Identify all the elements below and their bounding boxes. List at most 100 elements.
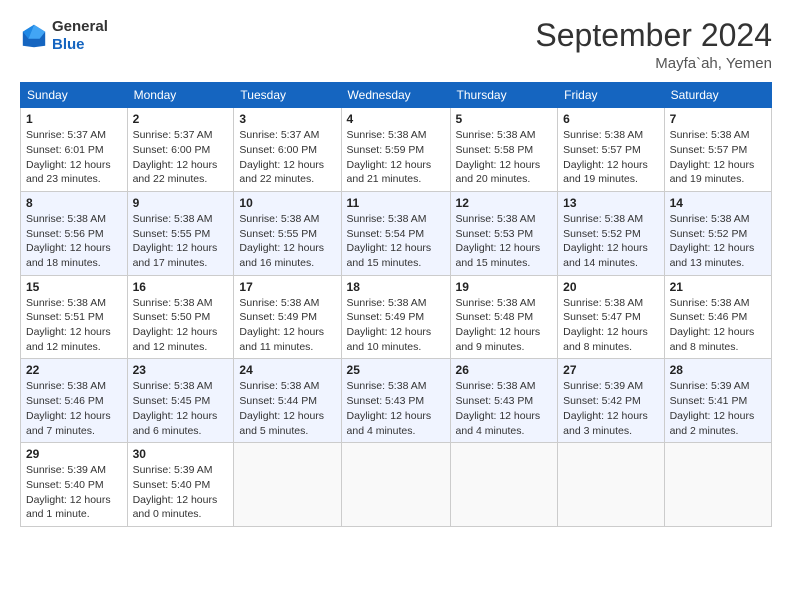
- calendar-cell: 6 Sunrise: 5:38 AMSunset: 5:57 PMDayligh…: [558, 108, 664, 192]
- day-info: Sunrise: 5:38 AMSunset: 5:59 PMDaylight:…: [347, 129, 432, 185]
- calendar-cell: 12 Sunrise: 5:38 AMSunset: 5:53 PMDaylig…: [450, 191, 558, 275]
- calendar-cell: 2 Sunrise: 5:37 AMSunset: 6:00 PMDayligh…: [127, 108, 234, 192]
- day-number: 25: [347, 363, 445, 377]
- calendar-cell: 28 Sunrise: 5:39 AMSunset: 5:41 PMDaylig…: [664, 359, 771, 443]
- day-number: 4: [347, 112, 445, 126]
- day-number: 17: [239, 280, 335, 294]
- day-number: 14: [670, 196, 766, 210]
- logo-text: General Blue: [52, 18, 108, 54]
- day-number: 18: [347, 280, 445, 294]
- day-info: Sunrise: 5:38 AMSunset: 5:46 PMDaylight:…: [670, 297, 755, 353]
- logo-line1: General: [52, 18, 108, 36]
- calendar-cell: 1 Sunrise: 5:37 AMSunset: 6:01 PMDayligh…: [21, 108, 128, 192]
- col-saturday: Saturday: [664, 83, 771, 108]
- day-number: 2: [133, 112, 229, 126]
- day-info: Sunrise: 5:38 AMSunset: 5:49 PMDaylight:…: [239, 297, 324, 353]
- day-info: Sunrise: 5:38 AMSunset: 5:54 PMDaylight:…: [347, 213, 432, 269]
- day-number: 1: [26, 112, 122, 126]
- calendar-cell: 18 Sunrise: 5:38 AMSunset: 5:49 PMDaylig…: [341, 275, 450, 359]
- day-info: Sunrise: 5:38 AMSunset: 5:43 PMDaylight:…: [347, 380, 432, 436]
- calendar-page: General Blue September 2024 Mayfa`ah, Ye…: [0, 0, 792, 612]
- calendar-cell: 27 Sunrise: 5:39 AMSunset: 5:42 PMDaylig…: [558, 359, 664, 443]
- calendar-cell: 24 Sunrise: 5:38 AMSunset: 5:44 PMDaylig…: [234, 359, 341, 443]
- calendar-cell: [234, 443, 341, 527]
- day-number: 23: [133, 363, 229, 377]
- location-title: Mayfa`ah, Yemen: [535, 55, 772, 72]
- week-row-1: 1 Sunrise: 5:37 AMSunset: 6:01 PMDayligh…: [21, 108, 772, 192]
- calendar-cell: 9 Sunrise: 5:38 AMSunset: 5:55 PMDayligh…: [127, 191, 234, 275]
- day-info: Sunrise: 5:38 AMSunset: 5:58 PMDaylight:…: [456, 129, 541, 185]
- day-number: 26: [456, 363, 553, 377]
- day-number: 30: [133, 447, 229, 461]
- day-number: 13: [563, 196, 658, 210]
- day-info: Sunrise: 5:39 AMSunset: 5:40 PMDaylight:…: [133, 464, 218, 520]
- calendar-cell: 7 Sunrise: 5:38 AMSunset: 5:57 PMDayligh…: [664, 108, 771, 192]
- day-number: 10: [239, 196, 335, 210]
- week-row-2: 8 Sunrise: 5:38 AMSunset: 5:56 PMDayligh…: [21, 191, 772, 275]
- logo-icon: [20, 22, 48, 50]
- calendar-cell: 15 Sunrise: 5:38 AMSunset: 5:51 PMDaylig…: [21, 275, 128, 359]
- day-info: Sunrise: 5:38 AMSunset: 5:44 PMDaylight:…: [239, 380, 324, 436]
- day-info: Sunrise: 5:37 AMSunset: 6:00 PMDaylight:…: [133, 129, 218, 185]
- calendar-cell: 25 Sunrise: 5:38 AMSunset: 5:43 PMDaylig…: [341, 359, 450, 443]
- title-block: September 2024 Mayfa`ah, Yemen: [535, 18, 772, 72]
- day-number: 15: [26, 280, 122, 294]
- day-number: 28: [670, 363, 766, 377]
- day-info: Sunrise: 5:37 AMSunset: 6:00 PMDaylight:…: [239, 129, 324, 185]
- calendar-cell: 23 Sunrise: 5:38 AMSunset: 5:45 PMDaylig…: [127, 359, 234, 443]
- calendar-cell: [664, 443, 771, 527]
- day-info: Sunrise: 5:37 AMSunset: 6:01 PMDaylight:…: [26, 129, 111, 185]
- calendar-table: Sunday Monday Tuesday Wednesday Thursday…: [20, 82, 772, 527]
- day-info: Sunrise: 5:38 AMSunset: 5:46 PMDaylight:…: [26, 380, 111, 436]
- calendar-cell: 3 Sunrise: 5:37 AMSunset: 6:00 PMDayligh…: [234, 108, 341, 192]
- day-info: Sunrise: 5:38 AMSunset: 5:49 PMDaylight:…: [347, 297, 432, 353]
- calendar-cell: 10 Sunrise: 5:38 AMSunset: 5:55 PMDaylig…: [234, 191, 341, 275]
- day-info: Sunrise: 5:38 AMSunset: 5:55 PMDaylight:…: [239, 213, 324, 269]
- day-number: 6: [563, 112, 658, 126]
- day-info: Sunrise: 5:38 AMSunset: 5:53 PMDaylight:…: [456, 213, 541, 269]
- day-info: Sunrise: 5:38 AMSunset: 5:43 PMDaylight:…: [456, 380, 541, 436]
- calendar-cell: 21 Sunrise: 5:38 AMSunset: 5:46 PMDaylig…: [664, 275, 771, 359]
- page-header: General Blue September 2024 Mayfa`ah, Ye…: [20, 18, 772, 72]
- week-row-4: 22 Sunrise: 5:38 AMSunset: 5:46 PMDaylig…: [21, 359, 772, 443]
- calendar-cell: 16 Sunrise: 5:38 AMSunset: 5:50 PMDaylig…: [127, 275, 234, 359]
- calendar-cell: 8 Sunrise: 5:38 AMSunset: 5:56 PMDayligh…: [21, 191, 128, 275]
- col-sunday: Sunday: [21, 83, 128, 108]
- calendar-cell: 17 Sunrise: 5:38 AMSunset: 5:49 PMDaylig…: [234, 275, 341, 359]
- day-info: Sunrise: 5:38 AMSunset: 5:57 PMDaylight:…: [563, 129, 648, 185]
- calendar-cell: [558, 443, 664, 527]
- day-info: Sunrise: 5:38 AMSunset: 5:51 PMDaylight:…: [26, 297, 111, 353]
- day-number: 20: [563, 280, 658, 294]
- day-info: Sunrise: 5:38 AMSunset: 5:55 PMDaylight:…: [133, 213, 218, 269]
- day-number: 27: [563, 363, 658, 377]
- day-number: 16: [133, 280, 229, 294]
- day-info: Sunrise: 5:39 AMSunset: 5:42 PMDaylight:…: [563, 380, 648, 436]
- day-number: 3: [239, 112, 335, 126]
- day-number: 7: [670, 112, 766, 126]
- day-number: 12: [456, 196, 553, 210]
- day-info: Sunrise: 5:39 AMSunset: 5:41 PMDaylight:…: [670, 380, 755, 436]
- col-wednesday: Wednesday: [341, 83, 450, 108]
- col-monday: Monday: [127, 83, 234, 108]
- week-row-3: 15 Sunrise: 5:38 AMSunset: 5:51 PMDaylig…: [21, 275, 772, 359]
- calendar-cell: [450, 443, 558, 527]
- week-row-5: 29 Sunrise: 5:39 AMSunset: 5:40 PMDaylig…: [21, 443, 772, 527]
- day-info: Sunrise: 5:38 AMSunset: 5:48 PMDaylight:…: [456, 297, 541, 353]
- calendar-cell: 5 Sunrise: 5:38 AMSunset: 5:58 PMDayligh…: [450, 108, 558, 192]
- day-number: 5: [456, 112, 553, 126]
- logo: General Blue: [20, 18, 108, 54]
- day-info: Sunrise: 5:38 AMSunset: 5:56 PMDaylight:…: [26, 213, 111, 269]
- calendar-header-row: Sunday Monday Tuesday Wednesday Thursday…: [21, 83, 772, 108]
- day-number: 11: [347, 196, 445, 210]
- day-info: Sunrise: 5:39 AMSunset: 5:40 PMDaylight:…: [26, 464, 111, 520]
- day-info: Sunrise: 5:38 AMSunset: 5:47 PMDaylight:…: [563, 297, 648, 353]
- day-number: 29: [26, 447, 122, 461]
- day-info: Sunrise: 5:38 AMSunset: 5:57 PMDaylight:…: [670, 129, 755, 185]
- calendar-cell: 20 Sunrise: 5:38 AMSunset: 5:47 PMDaylig…: [558, 275, 664, 359]
- logo-line2: Blue: [52, 36, 108, 54]
- calendar-cell: 26 Sunrise: 5:38 AMSunset: 5:43 PMDaylig…: [450, 359, 558, 443]
- calendar-cell: 19 Sunrise: 5:38 AMSunset: 5:48 PMDaylig…: [450, 275, 558, 359]
- col-thursday: Thursday: [450, 83, 558, 108]
- day-info: Sunrise: 5:38 AMSunset: 5:45 PMDaylight:…: [133, 380, 218, 436]
- day-number: 24: [239, 363, 335, 377]
